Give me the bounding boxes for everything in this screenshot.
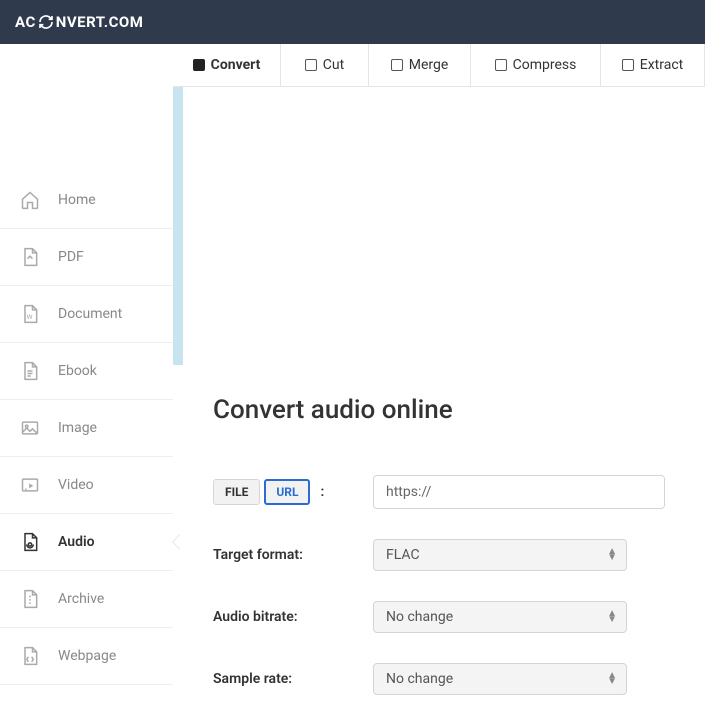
image-icon — [20, 418, 40, 438]
sidebar-item-label: Home — [58, 192, 96, 208]
sidebar-item-image[interactable]: Image — [0, 400, 173, 457]
sidebar-item-label: Audio — [58, 534, 95, 550]
sidebar-item-label: Video — [58, 477, 94, 493]
sidebar: Home PDF W Document Ebook Image Video Au… — [0, 87, 173, 725]
sidebar-item-ebook[interactable]: Ebook — [0, 343, 173, 400]
banner-area — [173, 87, 705, 365]
file-toggle-button[interactable]: FILE — [213, 479, 260, 505]
tab-extract[interactable]: Extract — [601, 44, 705, 86]
tabs: Convert Cut Merge Compress Extract — [173, 44, 705, 87]
sidebar-item-label: PDF — [58, 249, 84, 265]
url-input[interactable] — [373, 475, 665, 509]
tab-label: Convert — [211, 57, 261, 73]
ebook-icon — [20, 361, 40, 381]
home-icon — [20, 190, 40, 210]
refresh-icon — [38, 14, 54, 30]
video-icon — [20, 475, 40, 495]
sidebar-item-webpage[interactable]: Webpage — [0, 628, 173, 685]
colon: : — [320, 484, 324, 500]
sidebar-item-label: Webpage — [58, 648, 116, 664]
sidebar-item-label: Document — [58, 306, 122, 322]
logo[interactable]: AC NVERT.COM — [15, 13, 143, 31]
tab-label: Cut — [323, 57, 344, 73]
pdf-icon — [20, 247, 40, 267]
checkbox-empty-icon — [622, 59, 634, 71]
audio-bitrate-select[interactable]: No change — [373, 601, 627, 633]
sample-rate-select[interactable]: No change — [373, 663, 627, 695]
audio-icon — [20, 532, 40, 552]
tab-compress[interactable]: Compress — [471, 44, 601, 86]
sidebar-item-label: Ebook — [58, 363, 97, 379]
sidebar-item-home[interactable]: Home — [0, 172, 173, 229]
checkbox-filled-icon — [193, 59, 205, 71]
tab-label: Merge — [409, 57, 449, 73]
sidebar-item-archive[interactable]: Archive — [0, 571, 173, 628]
checkbox-empty-icon — [495, 59, 507, 71]
sidebar-item-document[interactable]: W Document — [0, 286, 173, 343]
doc-icon: W — [20, 304, 40, 324]
sample-rate-label: Sample rate: — [213, 671, 373, 687]
topbar: AC NVERT.COM — [0, 0, 705, 44]
target-format-select[interactable]: FLAC — [373, 539, 627, 571]
archive-icon — [20, 589, 40, 609]
checkbox-empty-icon — [391, 59, 403, 71]
tab-cut[interactable]: Cut — [281, 44, 369, 86]
tab-merge[interactable]: Merge — [369, 44, 471, 86]
tab-convert[interactable]: Convert — [173, 44, 281, 86]
tab-label: Extract — [640, 57, 683, 73]
webpage-icon — [20, 646, 40, 666]
url-toggle-button[interactable]: URL — [264, 479, 310, 505]
checkbox-empty-icon — [305, 59, 317, 71]
svg-text:W: W — [27, 313, 33, 321]
tab-label: Compress — [513, 57, 577, 73]
main: Convert audio online FILE URL : Target f… — [173, 87, 705, 725]
page-title: Convert audio online — [213, 395, 665, 425]
target-format-label: Target format: — [213, 547, 373, 563]
sidebar-item-pdf[interactable]: PDF — [0, 229, 173, 286]
sidebar-item-label: Archive — [58, 591, 104, 607]
sidebar-item-video[interactable]: Video — [0, 457, 173, 514]
source-toggle-group: FILE URL : — [213, 479, 373, 505]
sidebar-item-audio[interactable]: Audio — [0, 514, 173, 571]
audio-bitrate-label: Audio bitrate: — [213, 609, 373, 625]
sidebar-item-label: Image — [58, 420, 97, 436]
logo-prefix: AC — [15, 13, 36, 31]
logo-suffix: NVERT.COM — [56, 13, 144, 31]
